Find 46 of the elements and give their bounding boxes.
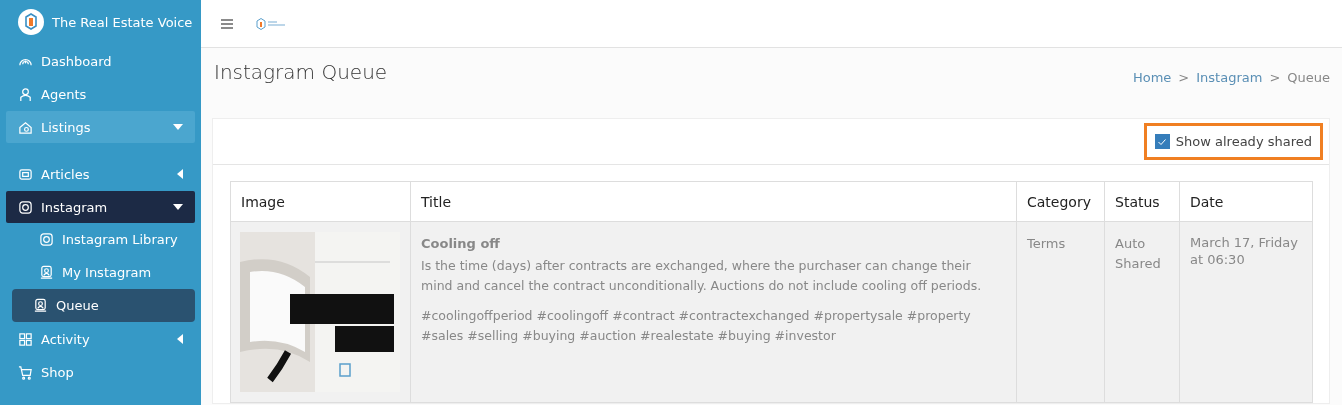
menu-icon[interactable] [221, 18, 233, 29]
breadcrumb-link[interactable]: Home [1132, 70, 1172, 85]
caret-icon [173, 204, 183, 210]
column-header: Date [1179, 181, 1313, 222]
category-text: Terms [1027, 236, 1066, 251]
breadcrumb-separator: > [1269, 70, 1281, 85]
sidebar-item[interactable]: Activity [6, 323, 195, 355]
checkbox-label[interactable]: Show already shared [1175, 134, 1312, 149]
date-text: March 17, Friday at 06:30 [1190, 234, 1299, 268]
status-text: Auto Shared [1115, 236, 1161, 271]
sidebar-item[interactable]: Instagram [6, 191, 195, 223]
logo-icon [18, 9, 44, 35]
post-title: Cooling off [421, 235, 501, 253]
sidebar-item[interactable]: Articles [6, 158, 195, 190]
person-icon [18, 86, 33, 102]
sidebar-subitem[interactable]: Instagram Library [12, 223, 195, 256]
sidebar-subitem[interactable]: My Instagram [12, 256, 195, 289]
checkbox[interactable] [1154, 134, 1170, 149]
portrait-icon [33, 298, 48, 313]
sidebar-item[interactable]: Dashboard [6, 45, 195, 77]
post-hashtags: #coolingoffperiod #coolingoff #contract #contractexchanged #propertysale #property #sales #selling #buying #auction #realestate #buying #investor [421, 307, 972, 345]
brand-name: The Real Estate Voice [52, 14, 193, 30]
page-title: Instagram Queue [214, 60, 388, 86]
caret-icon [177, 169, 183, 179]
image-icon [18, 166, 33, 182]
breadcrumb-link[interactable]: Instagram [1196, 70, 1263, 85]
breadcrumb-separator: > [1178, 70, 1190, 85]
grid-icon [18, 331, 33, 347]
post-description: Is the time (days) after contracts are exchanged, where the purchaser can change their mind and cancel the contract unconditionally. Auctions do not include cooling off periods. [421, 257, 983, 295]
portrait-icon [39, 265, 54, 280]
column-header: Category [1016, 181, 1105, 222]
house-icon [18, 119, 33, 135]
breadcrumb-current: Queue [1287, 70, 1330, 85]
cart-icon [18, 364, 33, 380]
column-header: Status [1104, 181, 1180, 222]
caret-icon [177, 334, 183, 344]
sidebar-item[interactable]: Listings [6, 111, 195, 143]
check-icon [1157, 137, 1168, 146]
sidebar-subitem[interactable]: Queue [12, 289, 195, 322]
column-header: Title [410, 181, 1017, 222]
caret-icon [173, 124, 183, 130]
instagram-icon [18, 199, 33, 215]
column-header: Image [230, 181, 411, 222]
instagram-icon [39, 232, 54, 247]
sidebar-item[interactable]: Shop [6, 356, 195, 388]
sidebar-item[interactable]: Agents [6, 78, 195, 110]
